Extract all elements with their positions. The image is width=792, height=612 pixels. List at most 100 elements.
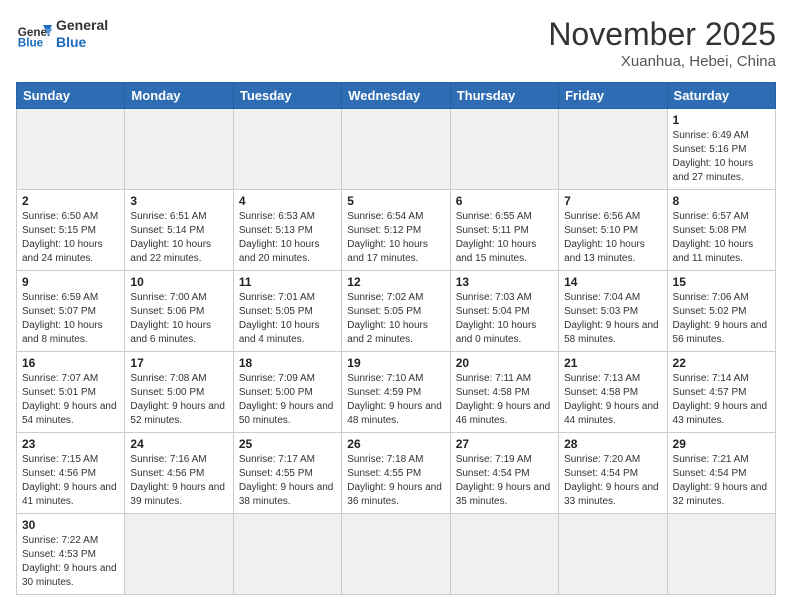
day-info: Sunrise: 7:13 AMSunset: 4:58 PMDaylight:…	[564, 372, 661, 428]
calendar-cell: 25 Sunrise: 7:17 AMSunset: 4:55 PMDayligh…	[233, 433, 341, 514]
day-number: 4	[239, 194, 336, 208]
day-number: 5	[347, 194, 444, 208]
day-number: 3	[130, 194, 227, 208]
day-info: Sunrise: 6:53 AMSunset: 5:13 PMDaylight:…	[239, 210, 336, 266]
day-number: 14	[564, 275, 661, 289]
day-info: Sunrise: 6:57 AMSunset: 5:08 PMDaylight:…	[673, 210, 770, 266]
calendar-cell: 17 Sunrise: 7:08 AMSunset: 5:00 PMDayligh…	[125, 352, 233, 433]
calendar-cell: 30 Sunrise: 7:22 AMSunset: 4:53 PMDayligh…	[17, 514, 125, 595]
day-number: 20	[456, 356, 553, 370]
calendar-cell	[559, 514, 667, 595]
day-number: 25	[239, 437, 336, 451]
calendar-header-row: Sunday Monday Tuesday Wednesday Thursday…	[17, 83, 776, 109]
day-info: Sunrise: 7:01 AMSunset: 5:05 PMDaylight:…	[239, 291, 336, 347]
calendar-cell: 3 Sunrise: 6:51 AMSunset: 5:14 PMDaylight…	[125, 190, 233, 271]
calendar-row: 2Sunrise: 6:50 AMSunset: 5:15 PMDaylight…	[17, 190, 776, 271]
calendar-cell: 2Sunrise: 6:50 AMSunset: 5:15 PMDaylight…	[17, 190, 125, 271]
col-friday: Friday	[559, 83, 667, 109]
day-info: Sunrise: 7:03 AMSunset: 5:04 PMDaylight:…	[456, 291, 553, 347]
calendar-cell: 21 Sunrise: 7:13 AMSunset: 4:58 PMDayligh…	[559, 352, 667, 433]
day-info: Sunrise: 7:17 AMSunset: 4:55 PMDaylight:…	[239, 453, 336, 509]
calendar-cell: 24 Sunrise: 7:16 AMSunset: 4:56 PMDayligh…	[125, 433, 233, 514]
calendar-row: 1Sunrise: 6:49 AMSunset: 5:16 PMDaylight…	[17, 109, 776, 190]
calendar-cell	[125, 109, 233, 190]
day-info: Sunrise: 7:11 AMSunset: 4:58 PMDaylight:…	[456, 372, 553, 428]
calendar-cell: 29Sunrise: 7:21 AMSunset: 4:54 PMDayligh…	[667, 433, 775, 514]
calendar-cell: 14Sunrise: 7:04 AMSunset: 5:03 PMDayligh…	[559, 271, 667, 352]
calendar-cell	[450, 109, 558, 190]
day-info: Sunrise: 7:20 AMSunset: 4:54 PMDaylight:…	[564, 453, 661, 509]
day-info: Sunrise: 7:06 AMSunset: 5:02 PMDaylight:…	[673, 291, 770, 347]
calendar-cell: 18 Sunrise: 7:09 AMSunset: 5:00 PMDayligh…	[233, 352, 341, 433]
day-info: Sunrise: 6:56 AMSunset: 5:10 PMDaylight:…	[564, 210, 661, 266]
day-number: 19	[347, 356, 444, 370]
calendar-cell: 22Sunrise: 7:14 AMSunset: 4:57 PMDayligh…	[667, 352, 775, 433]
calendar-cell: 16 Sunrise: 7:07 AMSunset: 5:01 PMDayligh…	[17, 352, 125, 433]
title-block: November 2025 Xuanhua, Hebei, China	[548, 16, 776, 70]
day-info: Sunrise: 6:50 AMSunset: 5:15 PMDaylight:…	[22, 210, 119, 266]
calendar-table: Sunday Monday Tuesday Wednesday Thursday…	[16, 82, 776, 595]
calendar-cell: 13Sunrise: 7:03 AMSunset: 5:04 PMDayligh…	[450, 271, 558, 352]
day-info: Sunrise: 7:19 AMSunset: 4:54 PMDaylight:…	[456, 453, 553, 509]
calendar-cell: 7 Sunrise: 6:56 AMSunset: 5:10 PMDaylight…	[559, 190, 667, 271]
calendar-cell: 15 Sunrise: 7:06 AMSunset: 5:02 PMDayligh…	[667, 271, 775, 352]
day-info: Sunrise: 7:10 AMSunset: 4:59 PMDaylight:…	[347, 372, 444, 428]
calendar-row: 16 Sunrise: 7:07 AMSunset: 5:01 PMDayligh…	[17, 352, 776, 433]
day-number: 8	[673, 194, 770, 208]
day-number: 16	[22, 356, 119, 370]
day-info: Sunrise: 7:02 AMSunset: 5:05 PMDaylight:…	[347, 291, 444, 347]
month-title: November 2025	[548, 16, 776, 53]
day-info: Sunrise: 7:08 AMSunset: 5:00 PMDaylight:…	[130, 372, 227, 428]
calendar-cell: 4 Sunrise: 6:53 AMSunset: 5:13 PMDaylight…	[233, 190, 341, 271]
calendar-cell	[559, 109, 667, 190]
day-info: Sunrise: 6:51 AMSunset: 5:14 PMDaylight:…	[130, 210, 227, 266]
svg-text:Blue: Blue	[18, 37, 44, 50]
col-tuesday: Tuesday	[233, 83, 341, 109]
day-info: Sunrise: 7:09 AMSunset: 5:00 PMDaylight:…	[239, 372, 336, 428]
day-number: 9	[22, 275, 119, 289]
calendar-cell: 1Sunrise: 6:49 AMSunset: 5:16 PMDaylight…	[667, 109, 775, 190]
day-info: Sunrise: 7:07 AMSunset: 5:01 PMDaylight:…	[22, 372, 119, 428]
day-number: 15	[673, 275, 770, 289]
calendar-cell: 10Sunrise: 7:00 AMSunset: 5:06 PMDayligh…	[125, 271, 233, 352]
calendar-cell: 26Sunrise: 7:18 AMSunset: 4:55 PMDayligh…	[342, 433, 450, 514]
day-number: 18	[239, 356, 336, 370]
calendar-cell: 6Sunrise: 6:55 AMSunset: 5:11 PMDaylight…	[450, 190, 558, 271]
calendar-row: 30 Sunrise: 7:22 AMSunset: 4:53 PMDayligh…	[17, 514, 776, 595]
calendar-cell: 8 Sunrise: 6:57 AMSunset: 5:08 PMDaylight…	[667, 190, 775, 271]
day-number: 12	[347, 275, 444, 289]
day-info: Sunrise: 6:54 AMSunset: 5:12 PMDaylight:…	[347, 210, 444, 266]
calendar-cell: 27Sunrise: 7:19 AMSunset: 4:54 PMDayligh…	[450, 433, 558, 514]
col-sunday: Sunday	[17, 83, 125, 109]
calendar-row: 23Sunrise: 7:15 AMSunset: 4:56 PMDayligh…	[17, 433, 776, 514]
calendar-cell	[17, 109, 125, 190]
day-number: 30	[22, 518, 119, 532]
day-number: 28	[564, 437, 661, 451]
calendar-cell	[342, 514, 450, 595]
day-info: Sunrise: 7:18 AMSunset: 4:55 PMDaylight:…	[347, 453, 444, 509]
calendar-row: 9Sunrise: 6:59 AMSunset: 5:07 PMDaylight…	[17, 271, 776, 352]
col-thursday: Thursday	[450, 83, 558, 109]
calendar-cell	[233, 109, 341, 190]
day-info: Sunrise: 7:16 AMSunset: 4:56 PMDaylight:…	[130, 453, 227, 509]
calendar-cell: 23Sunrise: 7:15 AMSunset: 4:56 PMDayligh…	[17, 433, 125, 514]
day-number: 21	[564, 356, 661, 370]
calendar-cell: 5 Sunrise: 6:54 AMSunset: 5:12 PMDaylight…	[342, 190, 450, 271]
day-number: 7	[564, 194, 661, 208]
logo-blue-text: Blue	[56, 34, 108, 51]
logo: General Blue General Blue	[16, 16, 108, 52]
day-number: 24	[130, 437, 227, 451]
logo-icon: General Blue	[16, 16, 52, 52]
calendar-cell: 19 Sunrise: 7:10 AMSunset: 4:59 PMDayligh…	[342, 352, 450, 433]
day-number: 1	[673, 113, 770, 127]
col-monday: Monday	[125, 83, 233, 109]
day-info: Sunrise: 7:22 AMSunset: 4:53 PMDaylight:…	[22, 534, 119, 590]
col-saturday: Saturday	[667, 83, 775, 109]
location: Xuanhua, Hebei, China	[548, 53, 776, 70]
calendar-cell	[125, 514, 233, 595]
day-number: 17	[130, 356, 227, 370]
day-number: 23	[22, 437, 119, 451]
calendar-cell: 12 Sunrise: 7:02 AMSunset: 5:05 PMDayligh…	[342, 271, 450, 352]
day-info: Sunrise: 7:21 AMSunset: 4:54 PMDaylight:…	[673, 453, 770, 509]
calendar-cell: 9Sunrise: 6:59 AMSunset: 5:07 PMDaylight…	[17, 271, 125, 352]
